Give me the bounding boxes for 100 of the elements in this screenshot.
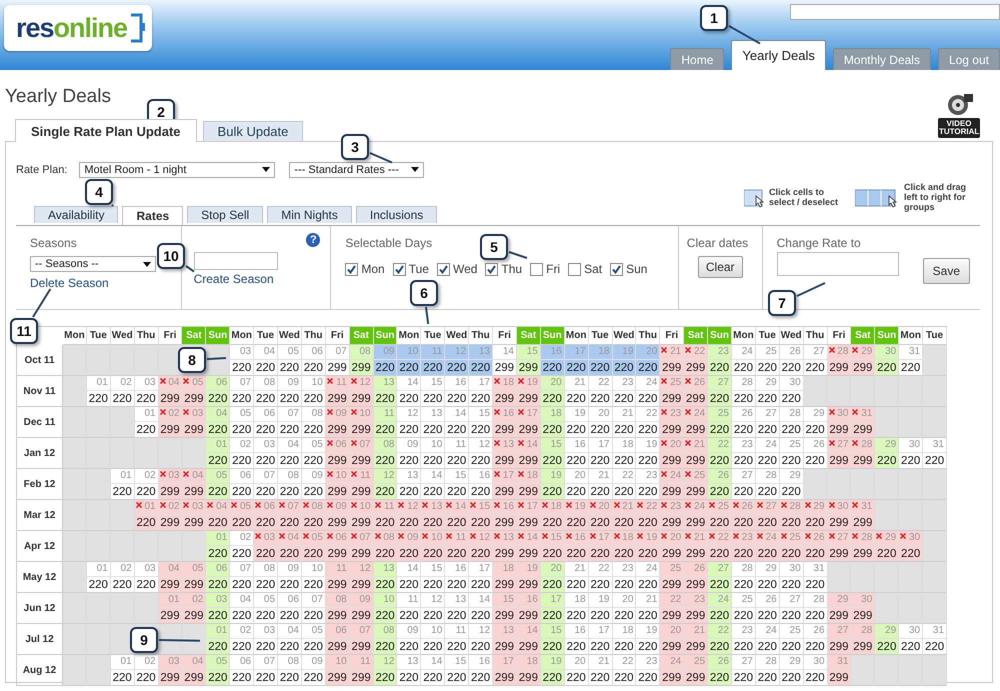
calendar-cell[interactable]: 11 220 — [445, 624, 470, 655]
calendar-cell[interactable]: 17 220 — [588, 438, 612, 469]
calendar-cell[interactable]: 13 220 — [397, 469, 422, 500]
calendar-cell[interactable]: 25 299 — [660, 562, 684, 593]
calendar-cell[interactable]: 12 299 — [350, 562, 374, 593]
calendar-cell[interactable]: 01 220 — [86, 376, 111, 407]
calendar-cell[interactable]: 19 299 — [516, 376, 541, 407]
checkbox[interactable] — [392, 262, 406, 276]
calendar-cell[interactable]: 15 220 — [540, 531, 565, 562]
calendar-cell[interactable]: 24 299 — [684, 407, 708, 438]
calendar-cell[interactable]: 25 220 — [732, 593, 756, 624]
panel-tab[interactable]: Bulk Update — [202, 121, 304, 141]
calendar-cell[interactable]: 19 220 — [564, 407, 589, 438]
calendar-cell[interactable]: 18 220 — [564, 593, 589, 624]
calendar-cell[interactable]: 28 299 — [851, 438, 876, 469]
video-tutorial-button[interactable]: VIDEO TUTORIAL — [938, 118, 980, 138]
calendar-cell[interactable]: 10 299 — [326, 655, 350, 686]
calendar-cell[interactable]: 27 299 — [828, 531, 852, 562]
calendar-cell[interactable]: 13 220 — [445, 593, 470, 624]
calendar-cell[interactable]: 08 220 — [278, 655, 302, 686]
calendar-cell[interactable]: 08 299 — [326, 593, 350, 624]
calendar-cell[interactable]: 22 220 — [636, 407, 660, 438]
calendar-cell[interactable]: 14 220 — [421, 469, 446, 500]
sub-tab[interactable]: Min Nights — [267, 206, 352, 223]
calendar-cell[interactable]: 16 220 — [564, 624, 589, 655]
calendar-cell[interactable]: 31 220 — [899, 345, 924, 376]
calendar-cell[interactable]: 13 299 — [493, 624, 517, 655]
calendar-cell[interactable]: 07 220 — [230, 376, 254, 407]
checkbox[interactable] — [345, 262, 358, 276]
calendar-cell[interactable]: 22 220 — [612, 469, 636, 500]
calendar-cell[interactable]: 13 220 — [421, 407, 446, 438]
calendar-cell[interactable]: 14 220 — [445, 500, 470, 531]
calendar-cell[interactable]: 19 220 — [540, 655, 565, 686]
dropdown[interactable]: -- Seasons -- — [30, 256, 156, 272]
calendar-cell[interactable]: 05 299 — [182, 376, 206, 407]
calendar-cell[interactable]: 02 220 — [134, 469, 159, 500]
calendar-cell[interactable]: 13 299 — [493, 438, 517, 469]
calendar-cell[interactable]: 10 299 — [350, 407, 374, 438]
calendar-cell[interactable]: 02 220 — [230, 438, 254, 469]
calendar-cell[interactable]: 06 220 — [230, 655, 254, 686]
calendar-cell[interactable]: 13 220 — [421, 500, 446, 531]
calendar-cell[interactable]: 21 220 — [588, 469, 612, 500]
calendar-cell[interactable]: 14 220 — [397, 562, 422, 593]
calendar-cell[interactable]: 23 220 — [732, 531, 756, 562]
calendar-cell[interactable]: 27 220 — [756, 407, 780, 438]
calendar-cell[interactable]: 16 220 — [445, 562, 470, 593]
calendar-cell[interactable]: 10 220 — [421, 531, 446, 562]
calendar-cell[interactable]: 15 220 — [540, 624, 565, 655]
sub-tab[interactable]: Inclusions — [356, 206, 438, 223]
calendar-cell[interactable]: 29 220 — [875, 624, 900, 655]
calendar-cell[interactable]: 07 299 — [326, 345, 350, 376]
calendar-cell[interactable]: 20 299 — [660, 438, 684, 469]
calendar-cell[interactable]: 29 220 — [804, 500, 828, 531]
calendar-cell[interactable]: 10 220 — [302, 376, 326, 407]
calendar-cell[interactable]: 15 220 — [445, 655, 470, 686]
calendar-cell[interactable]: 03 299 — [158, 469, 182, 500]
calendar-cell[interactable]: 26 220 — [780, 345, 804, 376]
checkbox[interactable] — [530, 262, 544, 276]
calendar-cell[interactable]: 11 299 — [326, 376, 350, 407]
calendar-cell[interactable]: 13 220 — [397, 655, 422, 686]
calendar-cell[interactable]: 02 220 — [230, 624, 254, 655]
calendar-cell[interactable]: 26 220 — [804, 624, 828, 655]
calendar-cell[interactable]: 28 299 — [851, 624, 876, 655]
calendar-cell[interactable]: 22 220 — [588, 562, 612, 593]
calendar-cell[interactable]: 25 299 — [684, 655, 708, 686]
calendar-cell[interactable]: 27 299 — [828, 438, 852, 469]
calendar-cell[interactable]: 19 220 — [564, 500, 589, 531]
sub-tab[interactable]: Availability — [34, 206, 118, 223]
calendar-cell[interactable]: 21 220 — [612, 500, 636, 531]
calendar-cell[interactable]: 03 220 — [134, 376, 159, 407]
calendar-cell[interactable]: 12 220 — [469, 531, 494, 562]
calendar-cell[interactable]: 13 220 — [374, 376, 398, 407]
calendar-cell[interactable]: 30 220 — [899, 531, 924, 562]
calendar-cell[interactable]: 27 220 — [804, 345, 828, 376]
calendar-cell[interactable]: 20 220 — [588, 407, 612, 438]
calendar-cell[interactable]: 06 220 — [254, 500, 278, 531]
calendar-cell[interactable]: 04 299 — [182, 655, 206, 686]
calendar-cell[interactable]: 15 299 — [516, 345, 541, 376]
calendar-cell[interactable]: 24 220 — [636, 562, 660, 593]
calendar-cell[interactable]: 14 299 — [516, 531, 541, 562]
calendar-cell[interactable]: 05 220 — [302, 624, 326, 655]
calendar-cell[interactable]: 17 299 — [493, 655, 517, 686]
calendar-cell[interactable]: 18 299 — [516, 469, 541, 500]
calendar-cell[interactable]: 08 220 — [374, 624, 398, 655]
calendar-cell[interactable]: 15 220 — [469, 407, 494, 438]
calendar-cell[interactable]: 21 220 — [612, 407, 636, 438]
calendar-cell[interactable]: 23 299 — [660, 407, 684, 438]
nav-tab[interactable]: Yearly Deals — [731, 40, 826, 70]
calendar-cell[interactable]: 23 220 — [732, 624, 756, 655]
calendar-cell[interactable]: 09 220 — [302, 469, 326, 500]
calendar-cell[interactable]: 17 220 — [564, 345, 589, 376]
calendar-cell[interactable]: 31 299 — [851, 407, 876, 438]
calendar-cell[interactable]: 27 220 — [732, 655, 756, 686]
clear-button[interactable]: Clear — [698, 256, 743, 278]
calendar-cell[interactable]: 06 220 — [254, 407, 278, 438]
calendar-cell[interactable]: 16 299 — [516, 593, 541, 624]
calendar-cell[interactable]: 29 220 — [756, 376, 780, 407]
calendar-cell[interactable]: 01 220 — [134, 500, 159, 531]
save-button[interactable]: Save — [922, 258, 970, 284]
calendar-cell[interactable]: 21 220 — [636, 593, 660, 624]
